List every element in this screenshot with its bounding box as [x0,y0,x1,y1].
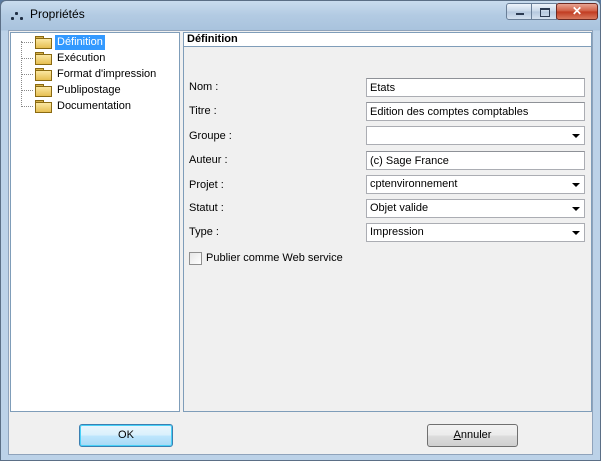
tree-connector [21,106,33,107]
folder-icon [35,68,52,81]
statut-select[interactable]: Objet valide [366,199,585,218]
chevron-down-icon[interactable] [567,224,584,241]
titre-input[interactable] [366,102,585,121]
panel-title: Définition [184,33,591,47]
minimize-icon [516,13,524,15]
section-tree: Définition Exécution Format d'impression… [10,32,180,412]
minimize-button[interactable] [506,3,532,20]
chevron-down-icon[interactable] [567,127,584,144]
folder-icon [35,52,52,65]
tree-connector [21,90,33,91]
app-icon [9,9,25,23]
window-title: Propriétés [30,7,85,21]
close-icon: ✕ [571,4,583,18]
statut-value: Objet valide [370,202,429,214]
tree-item-label: Définition [55,35,105,50]
definition-panel: Définition Nom : Titre : Groupe : Auteur… [183,32,592,412]
type-select[interactable]: Impression [366,223,585,242]
nom-label: Nom : [189,81,219,93]
maximize-icon [540,8,550,17]
statut-label: Statut : [189,202,224,214]
maximize-button[interactable] [531,3,557,20]
projet-value: cptenvironnement [370,178,458,190]
auteur-input[interactable] [366,151,585,170]
projet-select[interactable]: cptenvironnement [366,175,585,194]
tree-connector [21,42,33,43]
nom-input[interactable] [366,78,585,97]
tree-item-label: Format d'impression [57,68,157,80]
tree-item-label: Publipostage [57,84,121,96]
cancel-mnemonic: A [453,429,461,441]
titre-label: Titre : [189,105,217,117]
type-label: Type : [189,226,219,238]
ok-button[interactable]: OK [79,424,173,447]
web-service-label[interactable]: Publier comme Web service [206,251,343,265]
auteur-label: Auteur : [189,154,228,166]
folder-icon [35,100,52,113]
properties-window: Propriétés ✕ Définition Exécution Format… [0,0,601,461]
cancel-button[interactable]: Annuler [427,424,518,447]
chevron-down-icon[interactable] [567,176,584,193]
tree-connector [21,41,22,105]
folder-icon [35,36,52,49]
tree-connector [21,74,33,75]
chevron-down-icon[interactable] [567,200,584,217]
projet-label: Projet : [189,179,224,191]
tree-item-label: Exécution [57,52,106,64]
type-value: Impression [370,226,424,238]
web-service-checkbox[interactable] [189,252,202,265]
folder-icon [35,84,52,97]
cancel-label: nnuler [460,429,492,441]
close-button[interactable]: ✕ [556,3,598,20]
groupe-label: Groupe : [189,130,232,142]
tree-item-label: Documentation [57,100,131,112]
tree-connector [21,58,33,59]
groupe-select[interactable] [366,126,585,145]
title-bar[interactable]: Propriétés ✕ [1,1,600,30]
dialog-client: Définition Exécution Format d'impression… [8,30,593,455]
